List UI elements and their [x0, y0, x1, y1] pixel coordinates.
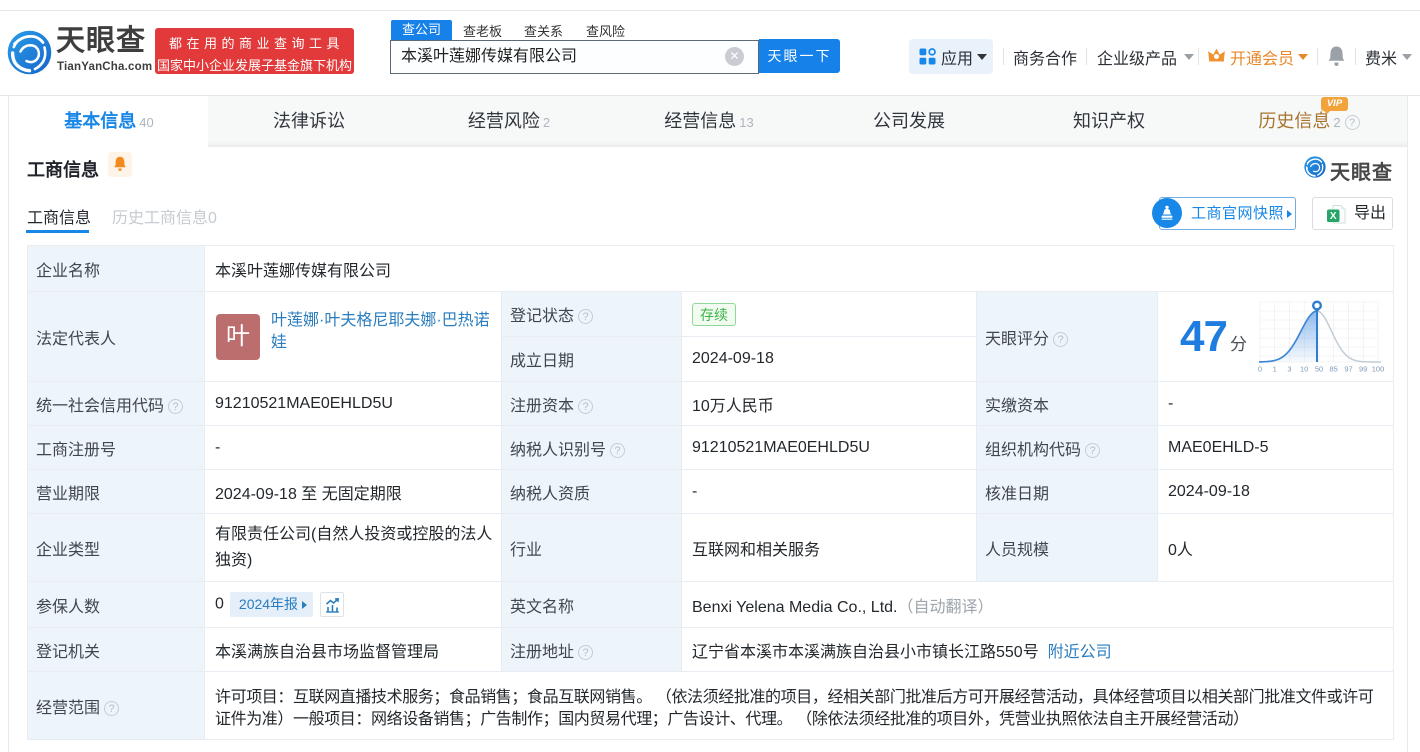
svg-text:85: 85 [1330, 365, 1338, 374]
svg-text:97: 97 [1344, 365, 1352, 374]
svg-text:100: 100 [1372, 365, 1385, 374]
svg-text:10: 10 [1300, 365, 1308, 374]
svg-text:1: 1 [1273, 365, 1277, 374]
svg-text:0: 0 [1258, 365, 1262, 374]
svg-text:99: 99 [1359, 365, 1367, 374]
svg-text:X: X [1330, 211, 1337, 222]
svg-text:50: 50 [1315, 365, 1323, 374]
svg-text:3: 3 [1287, 365, 1291, 374]
